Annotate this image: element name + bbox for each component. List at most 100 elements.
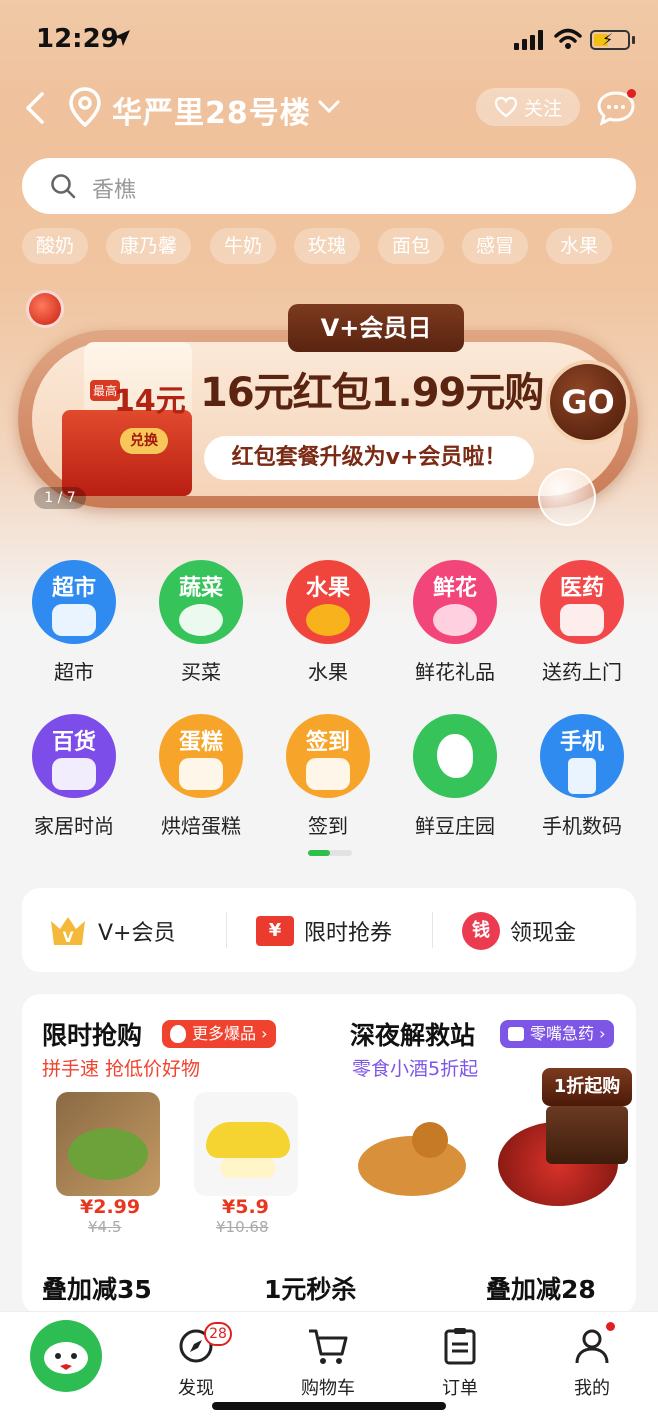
category-page-indicator <box>308 850 352 856</box>
home-indicator <box>212 1402 446 1410</box>
department-store-icon: 百货 <box>32 714 116 798</box>
back-chevron-icon[interactable] <box>22 90 52 126</box>
cake-icon-text: 蛋糕 <box>178 730 223 755</box>
medicine-icon: 医药 <box>540 560 624 644</box>
battery-cap <box>632 36 635 44</box>
chip-carnation[interactable]: 康乃馨 <box>106 228 192 264</box>
category-supermarket[interactable]: 超市 超市 <box>14 560 134 685</box>
vegetable-icon-text: 蔬菜 <box>178 576 223 601</box>
chip-bread[interactable]: 面包 <box>378 228 445 264</box>
delivery-address[interactable]: 华严里28号楼 <box>112 88 311 132</box>
search-bar[interactable]: 香樵 <box>22 158 636 214</box>
flower-icon-text: 鲜花 <box>432 576 477 601</box>
category-label: 超市 <box>54 660 94 684</box>
go-button[interactable]: GO <box>546 360 630 444</box>
flash-sale-subtitle: 拼手速 抢低价好物 <box>42 1058 201 1080</box>
cash-label: 领现金 <box>510 921 577 946</box>
category-label: 送药上门 <box>542 660 622 684</box>
location-arrow-icon <box>114 30 130 46</box>
category-label: 水果 <box>308 660 348 684</box>
status-bar: 12:29 ⚡ <box>0 0 658 78</box>
snacks-medicine-tag[interactable]: 零嘴急药 › <box>500 1020 614 1048</box>
vip-member-entry[interactable]: V V+会员 <box>48 912 175 950</box>
location-pin-icon <box>69 87 101 128</box>
flash-sale-title[interactable]: 限时抢购 <box>42 1016 142 1052</box>
coupon-ticket-icon: ¥ <box>256 916 294 946</box>
category-bakery[interactable]: 蛋糕 烘焙蛋糕 <box>141 714 261 839</box>
category-vegetables[interactable]: 蔬菜 买菜 <box>141 560 261 685</box>
chip-milk[interactable]: 牛奶 <box>210 228 277 264</box>
category-bean-farm[interactable]: 鲜豆庄园 <box>395 714 515 839</box>
stack-discount-28[interactable]: 叠加减28 <box>486 1270 596 1306</box>
product-edamame-image[interactable] <box>56 1092 160 1196</box>
broccoli-shape <box>179 604 223 636</box>
product-banana-image[interactable] <box>194 1092 298 1196</box>
chevron-down-icon[interactable] <box>318 100 340 114</box>
chip-cold[interactable]: 感冒 <box>462 228 529 264</box>
checkin-icon-text: 签到 <box>305 730 350 755</box>
home-tab-button[interactable] <box>30 1320 102 1392</box>
phone-icon: 手机 <box>540 714 624 798</box>
calendar-shape <box>306 758 350 790</box>
bubble-decoration <box>538 468 596 526</box>
deals-card: 限时抢购 更多爆品 › 拼手速 抢低价好物 ¥2.99 ¥4.5 ¥5.9 ¥1… <box>22 994 636 1314</box>
follow-button[interactable]: 关注 <box>476 88 580 126</box>
order-list-icon <box>444 1328 476 1365</box>
more-hot-items-label: 更多爆品 <box>192 1024 257 1043</box>
category-flowers[interactable]: 鲜花 鲜花礼品 <box>395 560 515 685</box>
tab-label: 购物车 <box>301 1378 355 1399</box>
exchange-badge: 兑换 <box>120 428 168 454</box>
tab-cart[interactable]: 购物车 <box>288 1326 368 1400</box>
fried-snacks-image[interactable] <box>352 1106 472 1202</box>
banana-slices <box>220 1158 276 1178</box>
night-station-title[interactable]: 深夜解救站 <box>350 1016 475 1052</box>
search-icon <box>51 174 76 199</box>
category-label: 烘焙蛋糕 <box>161 814 241 838</box>
category-phones[interactable]: 手机 手机数码 <box>522 714 642 839</box>
flower-icon: 鲜花 <box>413 560 497 644</box>
fruit-icon: 水果 <box>286 560 370 644</box>
flash-coupon-entry[interactable]: ¥ 限时抢券 <box>256 912 392 950</box>
one-yuan-flash[interactable]: 1元秒杀 <box>264 1270 356 1306</box>
discover-badge: 28 <box>204 1322 232 1346</box>
status-time: 12:29 <box>36 24 119 54</box>
handset-shape <box>568 758 596 794</box>
category-fruit[interactable]: 水果 水果 <box>268 560 388 685</box>
tab-me[interactable]: 我的 <box>552 1326 632 1400</box>
tab-label: 订单 <box>442 1378 478 1399</box>
snacks-medicine-label: 零嘴急药 <box>530 1024 595 1043</box>
hot-search-chips: 酸奶 康乃馨 牛奶 玫瑰 面包 感冒 水果 <box>22 228 642 264</box>
user-profile-icon <box>575 1329 609 1364</box>
category-label: 家居时尚 <box>34 814 114 838</box>
cash-entry[interactable]: 钱 领现金 <box>462 912 576 950</box>
vegetable-icon: 蔬菜 <box>159 560 243 644</box>
member-benefits-strip: V V+会员 ¥ 限时抢券 钱 领现金 <box>22 888 636 972</box>
heart-plus-icon <box>494 96 518 118</box>
category-medicine[interactable]: 医药 送药上门 <box>522 560 642 685</box>
chip-fruit[interactable]: 水果 <box>546 228 613 264</box>
category-label: 鲜豆庄园 <box>415 814 495 838</box>
department-store-icon-text: 百货 <box>51 730 96 755</box>
divider <box>432 912 433 948</box>
banner-pager: 1 / 7 <box>34 487 86 509</box>
discount-promo-badge[interactable]: 1折起购 <box>542 1068 632 1106</box>
category-checkin[interactable]: 签到 签到 <box>268 714 388 839</box>
category-label: 手机数码 <box>542 814 622 838</box>
cellular-signal-icon <box>514 30 543 50</box>
chip-rose[interactable]: 玫瑰 <box>294 228 361 264</box>
tab-orders[interactable]: 订单 <box>420 1326 500 1400</box>
pill-icon <box>508 1027 524 1041</box>
category-home-fashion[interactable]: 百货 家居时尚 <box>14 714 134 839</box>
flame-icon <box>170 1025 186 1043</box>
night-station-subtitle: 零食小酒5折起 <box>352 1058 479 1080</box>
cash-coin-icon: 钱 <box>462 912 500 950</box>
fruit-icon-text: 水果 <box>305 576 350 601</box>
banner-title: 16元红包1.99元购 <box>200 370 544 416</box>
medicine-icon-text: 医药 <box>559 576 604 601</box>
stack-discount-35[interactable]: 叠加减35 <box>42 1270 152 1306</box>
basket-shape <box>52 604 96 636</box>
chip-yogurt[interactable]: 酸奶 <box>22 228 89 264</box>
banner-subtitle: 红包套餐升级为v+会员啦！ <box>204 436 534 480</box>
category-label: 买菜 <box>181 660 221 684</box>
more-hot-items-tag[interactable]: 更多爆品 › <box>162 1020 276 1048</box>
